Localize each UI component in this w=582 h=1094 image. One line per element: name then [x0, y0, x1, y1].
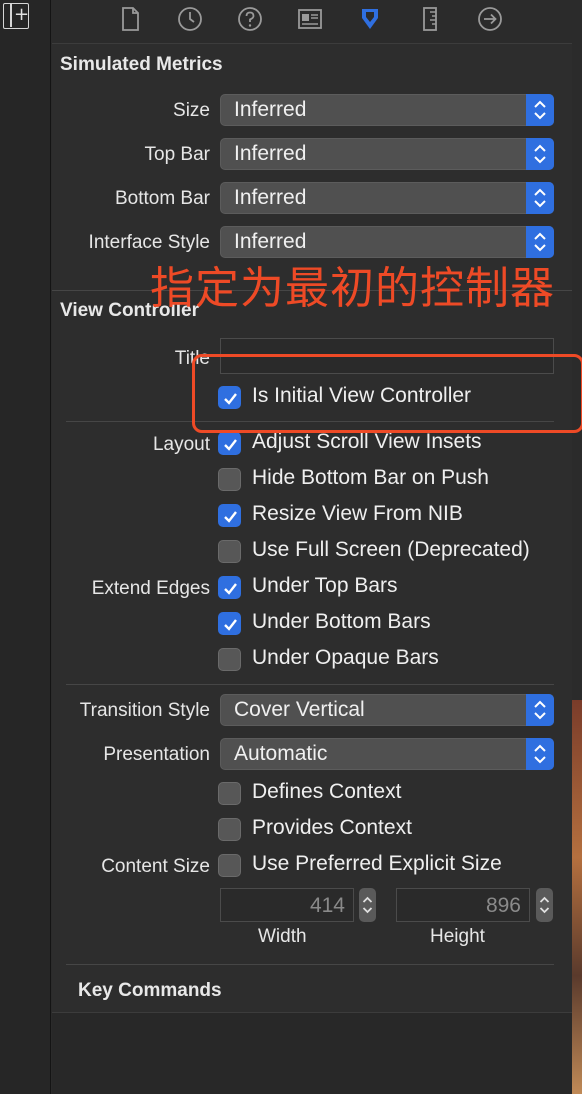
ruler-icon[interactable]: [416, 5, 444, 33]
desktop-background-edge: [572, 700, 582, 1094]
preferred-size-label: Use Preferred Explicit Size: [252, 852, 502, 875]
height-field[interactable]: 896: [396, 888, 530, 922]
presentation-value: Automatic: [234, 742, 328, 765]
defines-context-checkbox[interactable]: [218, 782, 241, 805]
row-divider: [66, 964, 554, 965]
key-commands-area: [52, 1012, 572, 1094]
under-bottom-label: Under Bottom Bars: [252, 610, 431, 633]
width-field[interactable]: 414: [220, 888, 354, 922]
topbar-popup[interactable]: Inferred: [220, 138, 554, 170]
width-caption: Width: [258, 926, 307, 947]
provides-context-checkbox[interactable]: [218, 818, 241, 841]
annotation-text: 指定为最初的控制器: [150, 263, 555, 314]
defines-context-label: Defines Context: [252, 780, 402, 803]
interface-style-label: Interface Style: [88, 232, 210, 253]
adjust-scroll-label: Adjust Scroll View Insets: [252, 430, 482, 453]
transition-style-value: Cover Vertical: [234, 698, 365, 721]
presentation-label: Presentation: [103, 744, 210, 765]
interface-style-value: Inferred: [234, 230, 307, 253]
hide-bottom-bar-checkbox[interactable]: [218, 468, 241, 491]
hide-bottom-bar-label: Hide Bottom Bar on Push: [252, 466, 489, 489]
topbar-label: Top Bar: [144, 144, 210, 165]
chevron-updown-icon: [526, 738, 554, 770]
add-panel-icon[interactable]: +: [3, 3, 29, 29]
row-divider: [66, 684, 554, 685]
presentation-popup[interactable]: Automatic: [220, 738, 554, 770]
size-popup[interactable]: Inferred: [220, 94, 554, 126]
identity-icon[interactable]: [296, 5, 324, 33]
chevron-updown-icon: [526, 182, 554, 214]
clock-icon[interactable]: [176, 5, 204, 33]
bottombar-label: Bottom Bar: [114, 188, 210, 209]
under-bottom-checkbox[interactable]: [218, 612, 241, 635]
width-stepper[interactable]: [359, 888, 376, 922]
key-commands-heading: Key Commands: [78, 980, 222, 1001]
width-value: 414: [309, 894, 345, 917]
chevron-updown-icon: [526, 94, 554, 126]
height-stepper[interactable]: [536, 888, 553, 922]
provides-context-label: Provides Context: [252, 816, 412, 839]
under-top-checkbox[interactable]: [218, 576, 241, 599]
attributes-icon[interactable]: [356, 5, 384, 33]
transition-style-label: Transition Style: [79, 700, 210, 721]
extend-edges-label: Extend Edges: [91, 578, 210, 599]
content-size-label: Content Size: [101, 856, 210, 877]
bottombar-popup[interactable]: Inferred: [220, 182, 554, 214]
size-label: Size: [173, 100, 210, 121]
height-value: 896: [485, 894, 521, 917]
preferred-size-checkbox[interactable]: [218, 854, 241, 877]
height-caption: Height: [430, 926, 485, 947]
under-opaque-checkbox[interactable]: [218, 648, 241, 671]
size-value: Inferred: [234, 98, 307, 121]
layout-label: Layout: [152, 434, 210, 455]
under-top-label: Under Top Bars: [252, 574, 398, 597]
resize-nib-checkbox[interactable]: [218, 504, 241, 527]
inspector-panel: Simulated Metrics Size Inferred Top Bar …: [52, 0, 582, 1094]
simulated-metrics-heading: Simulated Metrics: [60, 54, 223, 75]
file-icon[interactable]: [116, 5, 144, 33]
topbar-value: Inferred: [234, 142, 307, 165]
resize-nib-label: Resize View From NIB: [252, 502, 463, 525]
annotation-highlight-box: [192, 354, 582, 433]
transition-style-popup[interactable]: Cover Vertical: [220, 694, 554, 726]
inspector-tabbar: [52, 0, 572, 44]
full-screen-label: Use Full Screen (Deprecated): [252, 538, 530, 561]
help-icon[interactable]: [236, 5, 264, 33]
chevron-updown-icon: [526, 138, 554, 170]
chevron-updown-icon: [526, 694, 554, 726]
full-screen-checkbox[interactable]: [218, 540, 241, 563]
adjust-scroll-checkbox[interactable]: [218, 432, 241, 455]
connections-icon[interactable]: [476, 5, 504, 33]
under-opaque-label: Under Opaque Bars: [252, 646, 439, 669]
left-strip: +: [0, 0, 51, 1094]
bottombar-value: Inferred: [234, 186, 307, 209]
